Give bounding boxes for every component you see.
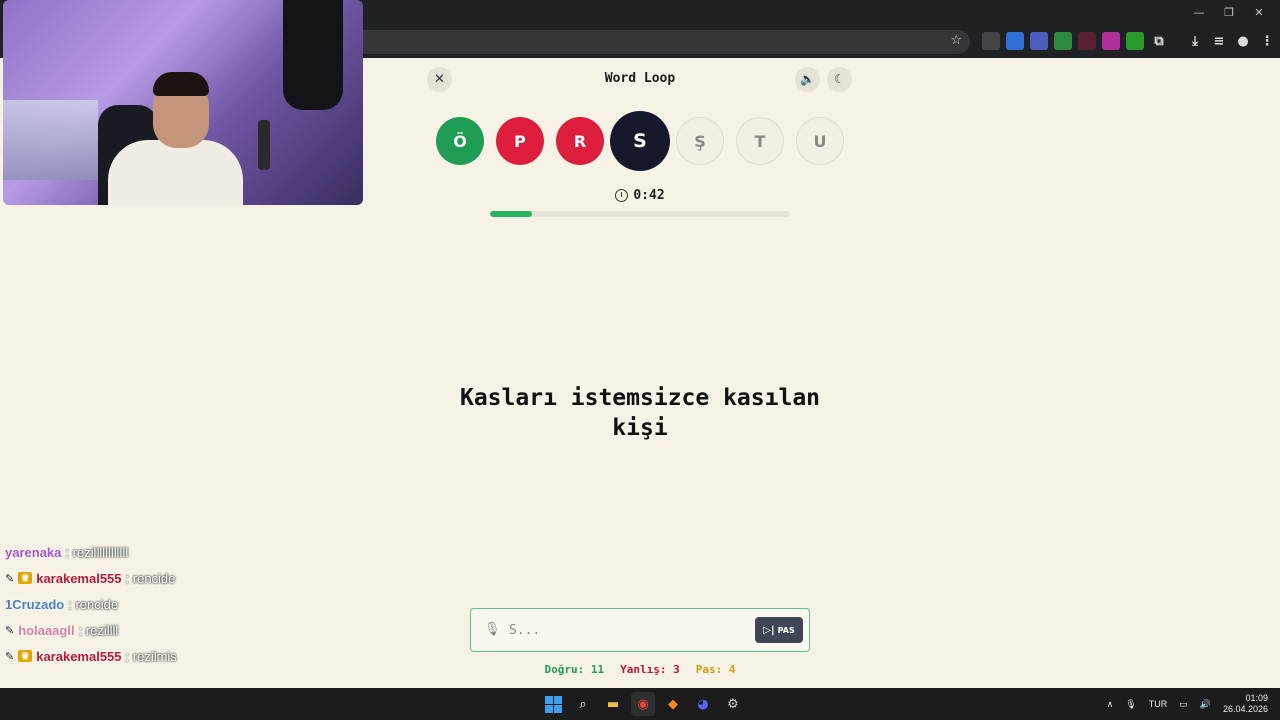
letter-circle: R [556,117,604,165]
letter-circle: T [736,117,784,165]
answer-box: 🎙 ▷| PAS [470,608,810,652]
menu-kebab-icon[interactable]: ⋮ [1258,32,1276,50]
download-extension-icon[interactable] [1054,32,1072,50]
game-title: Word Loop [604,71,676,86]
chat-username: karakemal555 [36,648,122,664]
chat-text: : rencide [125,570,176,586]
pass-label: PAS [777,625,795,635]
letter-circle-current: S [610,111,670,171]
system-tray: ∧ 🎙 TUR ▭ 🔊 01:09 26.04.2026 [1107,688,1268,720]
chat-username: 1Cruzado [5,596,65,612]
clock-time: 01:09 [1245,693,1268,703]
chrome-icon[interactable]: ◉ [631,692,655,716]
letter-circle: U [796,117,844,165]
close-window-button[interactable]: ✕ [1246,4,1272,22]
clock[interactable]: 01:09 26.04.2026 [1223,693,1268,715]
search-icon[interactable]: ⌕ [571,692,595,716]
taskbar-apps: ⌕ ▬ ◉ ◆ ◕ ⚙ [541,692,745,716]
wrong-count: Yanlış: 3 [620,663,680,676]
chat-message: yarenaka : rezillllllllllll [5,539,305,565]
restore-button[interactable]: ❐ [1216,4,1242,22]
extension-7-icon[interactable] [1126,32,1144,50]
pass-button[interactable]: ▷| PAS [755,617,803,643]
minimize-button[interactable]: — [1186,4,1212,22]
pencil-badge-icon: ✎ [5,572,15,585]
crown-badge-icon: ♛ [18,650,33,662]
chat-text: : rezilmis [125,648,177,664]
chat-username: yarenaka [5,544,62,560]
time-progress-bar [490,211,790,217]
download-icon[interactable]: ⤓ [1186,32,1204,50]
chat-text: : rezillllllllllll [65,544,129,560]
chat-username: holaaagll [18,622,75,638]
windows-logo-icon [544,695,562,713]
chat-text: : rencide [68,596,119,612]
puzzle-extensions-icon[interactable]: ⧉ [1150,32,1168,50]
extension-6-icon[interactable] [1102,32,1120,50]
network-icon[interactable]: ▭ [1179,699,1188,710]
chat-username: karakemal555 [36,570,122,586]
media-controls-icon[interactable]: ≡ [1210,32,1228,50]
chat-message: 1Cruzado : rencide [5,591,305,617]
window-controls: — ❐ ✕ [1186,4,1272,22]
pencil-badge-icon: ✎ [5,650,15,663]
clue-text: Kasları istemsizce kasılan kişi [420,383,860,443]
letter-circle: Ö [436,117,484,165]
chat-message: ✎ ♛ karakemal555 : rezilmis [5,643,305,669]
tray-overflow-icon[interactable]: ∧ [1107,699,1114,710]
clock-icon [615,189,629,202]
clock-date: 26.04.2026 [1222,704,1268,714]
windows-taskbar: ⌕ ▬ ◉ ◆ ◕ ⚙ ∧ 🎙 TUR ▭ 🔊 01:09 26.04.2026 [0,688,1280,720]
hls-extension-icon[interactable] [1078,32,1096,50]
answer-input[interactable] [509,619,749,641]
discord-icon[interactable]: ◕ [691,692,715,716]
app-icon[interactable]: ◆ [661,692,685,716]
microphone-icon[interactable]: 🎙 [484,622,501,638]
timer-value: 0:42 [633,188,665,203]
extension-1-icon[interactable] [982,32,1000,50]
settings-app-icon[interactable]: ⚙ [721,692,745,716]
microphone-tray-icon[interactable]: 🎙 [1125,699,1136,710]
pencil-badge-icon: ✎ [5,624,15,637]
letter-circle: P [496,117,544,165]
sound-toggle-button[interactable]: 🔈 [795,67,820,92]
language-indicator[interactable]: TUR [1149,699,1168,709]
extension-3-icon[interactable] [1030,32,1048,50]
address-bar[interactable]: ☆ [350,30,970,54]
translate-extension-icon[interactable] [1006,32,1024,50]
pass-count: Pas: 4 [695,663,736,676]
start-button[interactable] [541,692,565,716]
score-stats: Doğru: 11 Yanlış: 3 Pas: 4 [470,663,810,676]
clue-line-2: kişi [612,415,668,441]
crown-badge-icon: ♛ [18,572,33,584]
theme-toggle-button[interactable]: ☾ [827,67,852,92]
close-game-button[interactable]: ✕ [427,67,452,92]
correct-count: Doğru: 11 [544,663,605,676]
timer: 0:42 [600,188,680,203]
chat-overlay: yarenaka : rezillllllllllll ✎ ♛ karakema… [5,539,305,669]
chat-text: : rezillll [78,622,119,638]
file-explorer-icon[interactable]: ▬ [601,692,625,716]
chat-message: ✎ ♛ karakemal555 : rencide [5,565,305,591]
time-progress-fill [490,211,532,217]
clue-line-1: Kasları istemsizce kasılan [459,385,821,411]
extensions-bar: ⧉ ⤓ ≡ ● ⋮ [982,32,1276,50]
profile-avatar-icon[interactable]: ● [1234,32,1252,50]
webcam-overlay [3,0,363,205]
bookmark-star-icon[interactable]: ☆ [950,33,962,48]
skip-icon: ▷| [763,624,775,636]
volume-icon[interactable]: 🔊 [1200,699,1211,710]
chat-message: ✎ holaaagll : rezillll [5,617,305,643]
letter-circle: Ş [676,117,724,165]
